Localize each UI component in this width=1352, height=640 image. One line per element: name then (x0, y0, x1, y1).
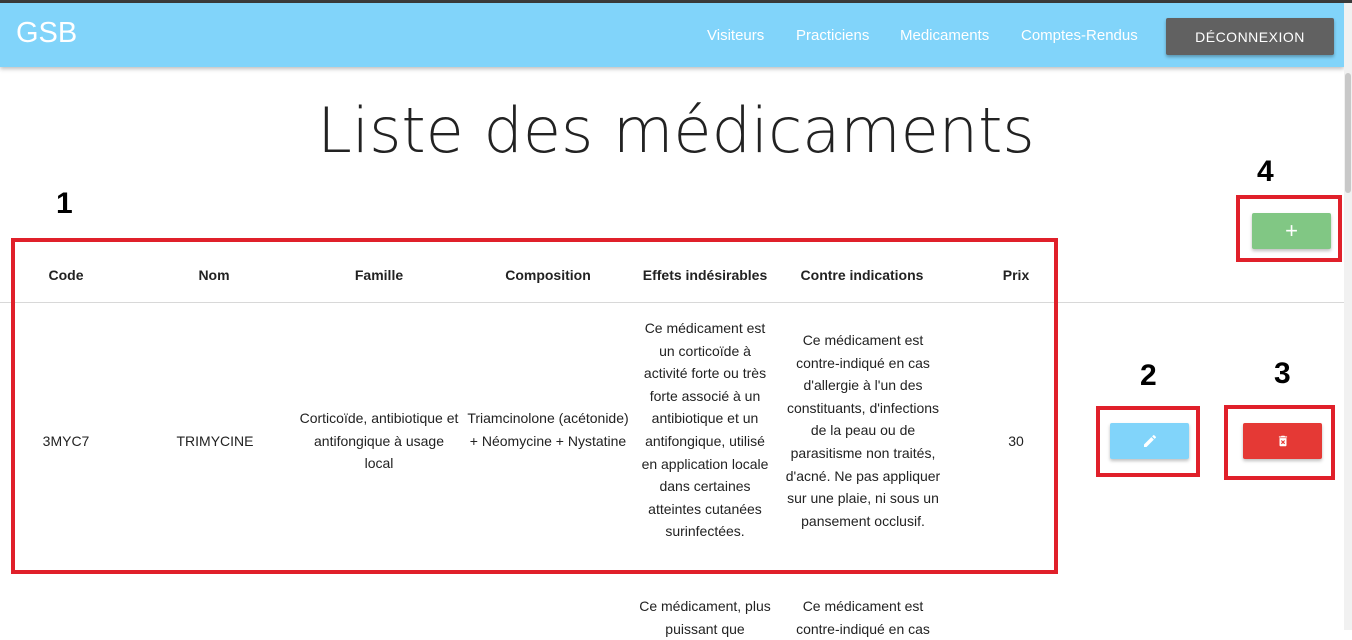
annotation-label-3: 3 (1274, 357, 1291, 390)
cell-effets-indesirables-row-2: Ce médicament, plus puissant que (639, 598, 771, 637)
annotation-box-table (11, 238, 1058, 574)
annotation-box-delete (1224, 405, 1335, 480)
annotation-label-2: 2 (1140, 359, 1157, 392)
brand-logo[interactable]: GSB (16, 17, 77, 50)
nav-link-visiteurs[interactable]: Visiteurs (707, 27, 764, 44)
annotation-box-edit (1096, 406, 1200, 477)
logout-button[interactable]: DÉCONNEXION (1166, 18, 1334, 55)
cell-contre-indications-row-2: Ce médicament est contre-indiqué en cas (796, 598, 930, 637)
annotation-label-1: 1 (56, 187, 73, 220)
nav-link-medicaments[interactable]: Medicaments (900, 27, 989, 44)
nav-link-practiciens[interactable]: Practiciens (796, 27, 869, 44)
annotation-box-add (1236, 195, 1342, 262)
annotation-label-4: 4 (1257, 155, 1274, 188)
page-title: Liste des médicaments (317, 94, 1035, 167)
top-navbar: GSB Visiteurs Practiciens Medicaments Co… (0, 3, 1344, 67)
nav-link-comptes-rendus[interactable]: Comptes-Rendus (1021, 27, 1138, 44)
